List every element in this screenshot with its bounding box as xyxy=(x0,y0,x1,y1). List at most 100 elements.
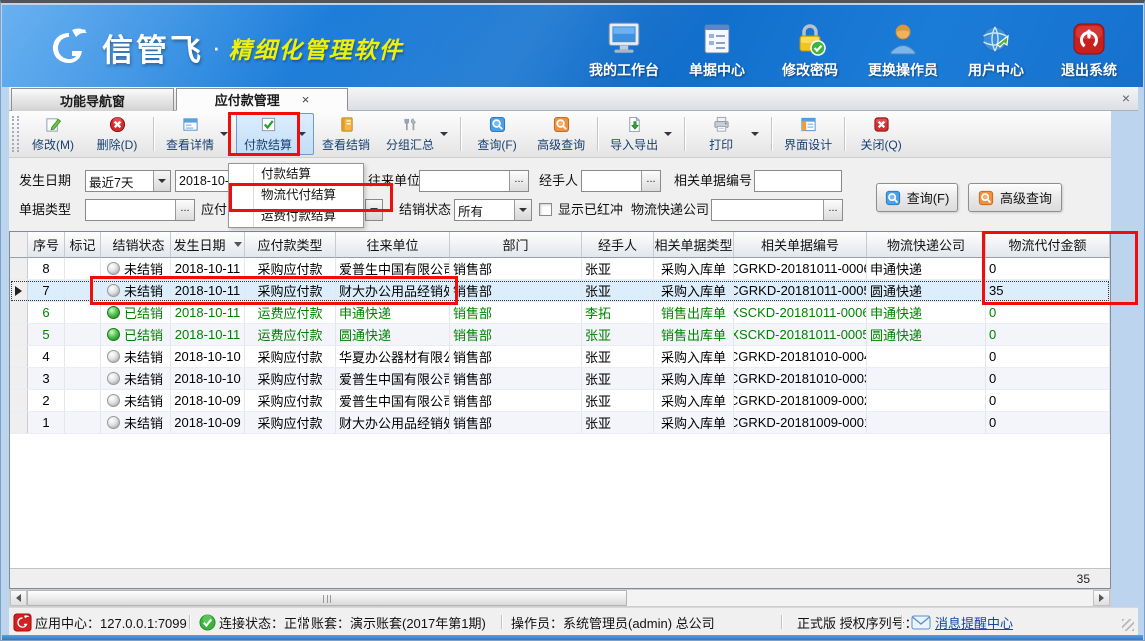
payable-type-dropdown-button[interactable] xyxy=(365,199,383,221)
table-cell: 申通快递 xyxy=(336,302,450,323)
menu-item-freight-settle[interactable]: 运费付款结算 xyxy=(229,206,363,227)
adv-query-button[interactable]: 高级查询 xyxy=(968,183,1062,212)
payable-type-label: 应付 xyxy=(201,199,227,221)
table-cell: 0 xyxy=(986,412,1110,433)
table-cell: 张亚 xyxy=(582,324,654,345)
lookup-ellipsis-button[interactable]: ... xyxy=(823,200,842,220)
chevron-down-icon[interactable] xyxy=(298,132,306,136)
related-no-input[interactable] xyxy=(754,170,842,192)
doc-type-input[interactable]: ... xyxy=(85,199,195,221)
table-cell: 已结销 xyxy=(101,302,171,323)
chevron-down-icon[interactable] xyxy=(751,132,759,136)
toolbar-edit-button[interactable]: 修改(M) xyxy=(22,113,84,155)
column-header[interactable]: 往来单位 xyxy=(336,232,450,258)
toolbar-adv-query-button[interactable]: 高级查询 xyxy=(530,113,592,155)
tab-function-nav[interactable]: 功能导航窗 xyxy=(11,88,174,111)
resize-grip-icon[interactable] xyxy=(1122,619,1134,631)
column-header-sorted[interactable]: 发生日期 xyxy=(171,232,245,258)
row-selector-cell[interactable] xyxy=(10,302,28,323)
logistics-label: 物流快递公司 xyxy=(631,199,709,221)
column-header[interactable]: 标记 xyxy=(65,232,101,258)
table-row[interactable]: 5 已结销 2018-10-11 运费应付款 圆通快递 销售部 张亚 销售出库单… xyxy=(10,324,1110,346)
globe-icon xyxy=(978,17,1014,57)
tab-close-icon[interactable]: × xyxy=(302,92,310,107)
column-header[interactable]: 结销状态 xyxy=(101,232,171,258)
column-header[interactable]: 相关单据编号 xyxy=(734,232,867,258)
license-status: 正式版 授权序列号： xyxy=(797,608,918,636)
partner-input[interactable]: ... xyxy=(419,170,529,192)
chevron-down-icon[interactable] xyxy=(514,200,531,220)
toolbar-ui-design-button[interactable]: 界面设计 xyxy=(777,113,839,155)
table-row[interactable]: 7 未结销 2018-10-11 采购应付款 财大办公用品经销处 销售部 张亚 … xyxy=(10,280,1110,302)
toolbar-group-summary-button[interactable]: 分组汇总 xyxy=(379,113,455,155)
show-red-checkbox[interactable] xyxy=(539,203,552,216)
row-selector-cell[interactable] xyxy=(10,390,28,411)
chevron-down-icon[interactable] xyxy=(153,171,170,191)
toolbar-delete-button[interactable]: 删除(D) xyxy=(86,113,148,155)
header-item-switch-operator[interactable]: 更换操作员 xyxy=(863,17,943,80)
column-header[interactable]: 序号 xyxy=(28,232,65,258)
header-item-user-center[interactable]: 用户中心 xyxy=(956,17,1036,80)
table-row[interactable]: 3 未结销 2018-10-10 采购应付款 爱普生中国有限公司 销售部 张亚 … xyxy=(10,368,1110,390)
chevron-down-icon[interactable] xyxy=(440,132,448,136)
row-selector-cell[interactable] xyxy=(10,324,28,345)
tab-payables[interactable]: 应付款管理 × xyxy=(176,88,348,111)
query-button[interactable]: 查询(F) xyxy=(876,183,958,212)
toolbar-import-export-button[interactable]: 导入导出 xyxy=(603,113,679,155)
menu-item-payment-settle[interactable]: 付款结算 xyxy=(229,164,363,185)
header-item-workbench[interactable]: 我的工作台 xyxy=(584,17,664,80)
column-header[interactable]: 物流代付金额 xyxy=(986,232,1110,258)
thumb-grip-icon xyxy=(323,595,331,603)
table-cell: 2 xyxy=(28,390,65,411)
table-row[interactable]: 6 已结销 2018-10-11 运费应付款 申通快递 销售部 李拓 销售出库单… xyxy=(10,302,1110,324)
row-selector-cell[interactable] xyxy=(10,412,28,433)
horizontal-scrollbar[interactable] xyxy=(9,589,1111,607)
column-header[interactable]: 相关单据类型 xyxy=(654,232,734,258)
logistics-input[interactable]: ... xyxy=(711,199,843,221)
table-row[interactable]: 2 未结销 2018-10-09 采购应付款 爱普生中国有限公司 销售部 张亚 … xyxy=(10,390,1110,412)
scroll-left-button[interactable] xyxy=(10,590,27,606)
message-center-link[interactable]: 消息提醒中心 xyxy=(935,608,1013,636)
menu-item-logistics-settle[interactable]: 物流代付结算 xyxy=(229,185,363,206)
chevron-down-icon[interactable] xyxy=(664,132,672,136)
column-header[interactable]: 应付款类型 xyxy=(245,232,336,258)
header-item-change-password[interactable]: 修改密码 xyxy=(770,17,850,80)
scroll-right-button[interactable] xyxy=(1093,590,1110,606)
header-item-exit[interactable]: 退出系统 xyxy=(1049,17,1129,80)
toolbar-payment-settle-button[interactable]: 付款结算 xyxy=(236,113,314,155)
row-selector-cell[interactable] xyxy=(10,258,28,279)
status-bar: 应用中心：127.0.0.1:7099 连接状态：正常 账套：演示账套(2017… xyxy=(9,607,1138,635)
column-header[interactable]: 部门 xyxy=(450,232,582,258)
table-row[interactable]: 4 未结销 2018-10-10 采购应付款 华夏办公器材有限公司 销售部 张亚… xyxy=(10,346,1110,368)
row-selector-cell[interactable] xyxy=(10,368,28,389)
row-selector-cell[interactable] xyxy=(10,346,28,367)
date-range-select[interactable]: 最近7天 xyxy=(85,170,171,192)
toolbar-grip[interactable] xyxy=(12,116,19,152)
table-row[interactable]: 8 未结销 2018-10-11 采购应付款 爱普生中国有限公司 销售部 张亚 … xyxy=(10,258,1110,280)
app-window: 信管飞 · 精细化管理软件 我的工作台 单据中心 修改密码 xyxy=(0,0,1145,641)
row-selector-cell[interactable] xyxy=(10,280,28,301)
table-cell xyxy=(867,390,986,411)
lookup-ellipsis-button[interactable]: ... xyxy=(641,171,660,191)
toolbar-view-settle-button[interactable]: 查看结销 xyxy=(315,113,377,155)
title-bar: 信管飞 · 精细化管理软件 我的工作台 单据中心 修改密码 xyxy=(2,5,1143,87)
table-row[interactable]: 1 未结销 2018-10-09 采购应付款 财大办公用品经销处 销售部 张亚 … xyxy=(10,412,1110,434)
settle-status-select[interactable]: 所有 xyxy=(454,199,532,221)
account-set-status: 账套：演示账套(2017年第1期) xyxy=(311,608,486,636)
toolbar-view-details-button[interactable]: 查看详情 xyxy=(159,113,235,155)
toolbar-query-button[interactable]: 查询(F) xyxy=(466,113,528,155)
toolbar-print-button[interactable]: 打印 xyxy=(690,113,766,155)
header-item-doc-center[interactable]: 单据中心 xyxy=(677,17,757,80)
column-header[interactable]: 物流快递公司 xyxy=(867,232,986,258)
chevron-down-icon[interactable] xyxy=(220,132,228,136)
scrollbar-thumb[interactable] xyxy=(27,590,627,606)
table-cell: 0 xyxy=(986,324,1110,345)
toolbar-close-button[interactable]: 关闭(Q) xyxy=(850,113,912,155)
panel-close-icon[interactable]: × xyxy=(1122,90,1130,106)
handler-input[interactable]: ... xyxy=(581,170,661,192)
lookup-ellipsis-button[interactable]: ... xyxy=(509,171,528,191)
table-cell: CGRKD-20181010-0003 xyxy=(734,368,867,389)
payment-settle-menu: 付款结算 物流代付结算 运费付款结算 xyxy=(228,163,364,228)
column-header[interactable]: 经手人 xyxy=(582,232,654,258)
lookup-ellipsis-button[interactable]: ... xyxy=(175,200,194,220)
